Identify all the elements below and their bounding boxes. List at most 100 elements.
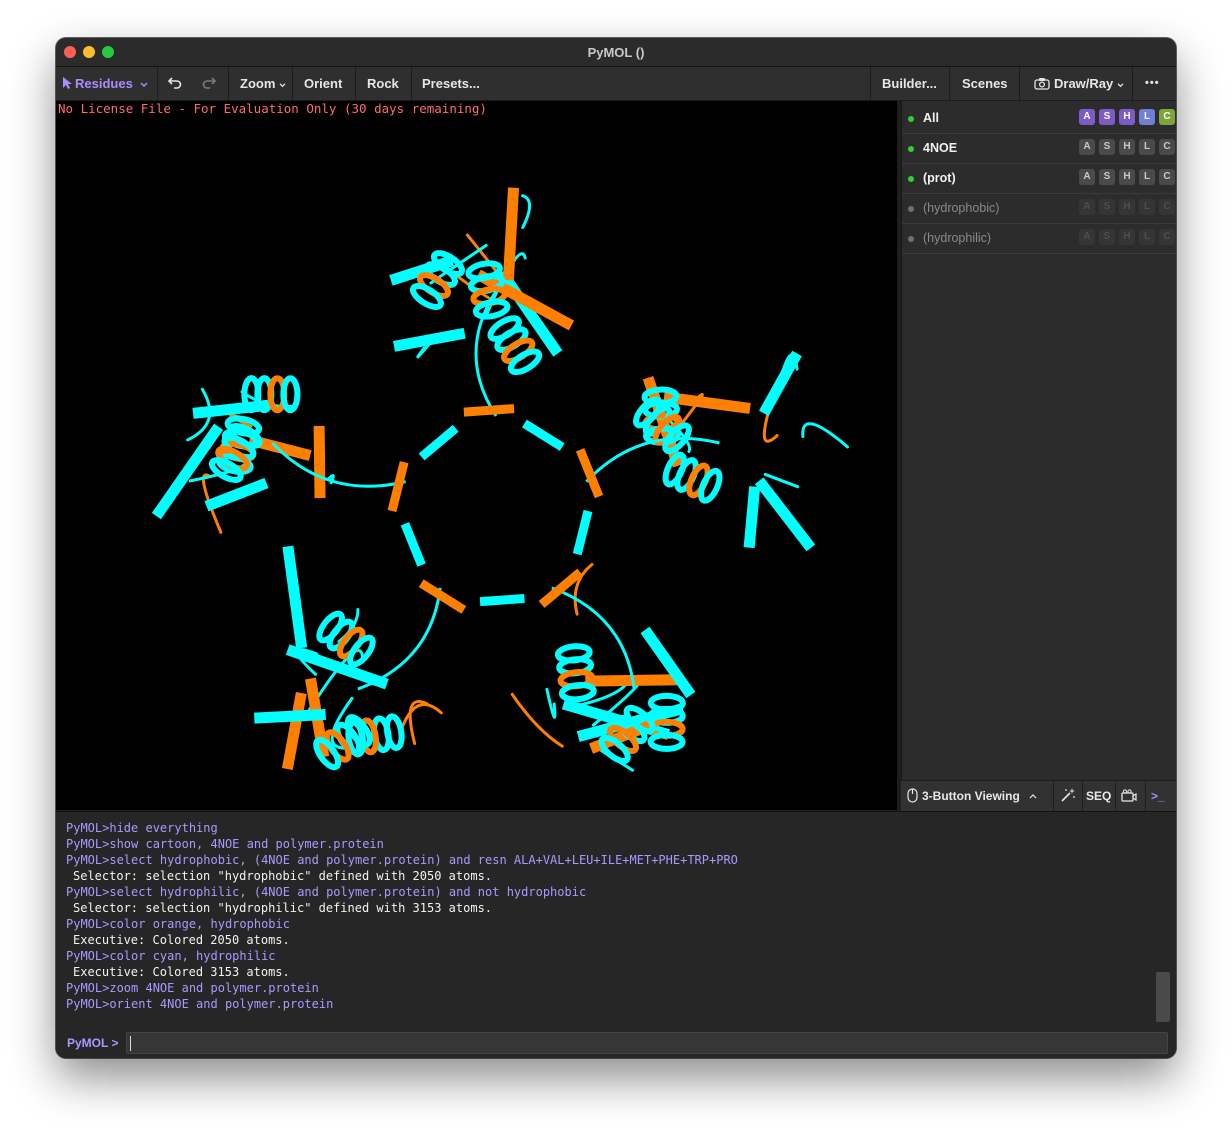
console-log: PyMOL>hide everything PyMOL>show cartoon,…	[66, 820, 1146, 1012]
object-button-s[interactable]: S	[1099, 169, 1115, 185]
toolbar: Residues Zoom Orient Rock Presets... Bui…	[56, 67, 1176, 101]
object-row[interactable]: All A S H L C	[902, 104, 1176, 134]
object-button-l[interactable]: L	[1139, 199, 1155, 215]
object-name: (prot)	[923, 171, 956, 185]
object-name: 4NOE	[923, 141, 958, 155]
chevron-down-icon	[140, 82, 148, 88]
object-row[interactable]: (hydrophilic) A S H L C	[902, 224, 1176, 254]
object-action-buttons: ASHLC	[1075, 139, 1175, 157]
object-name: (hydrophobic)	[923, 201, 1000, 215]
object-button-c[interactable]: C	[1159, 199, 1175, 215]
console-command-line: PyMOL>select hydrophilic, (4NOE and poly…	[66, 885, 587, 899]
draw-ray-label: Draw/Ray	[1054, 76, 1114, 91]
window-title: PyMOL ()	[587, 45, 645, 60]
draw-ray-button[interactable]: Draw/Ray	[1034, 67, 1124, 100]
builder-button[interactable]: Builder...	[882, 67, 937, 100]
rock-button[interactable]: Rock	[367, 67, 399, 100]
sequence-button[interactable]: SEQ	[1086, 781, 1111, 811]
molecular-viewport[interactable]: No License File - For Evaluation Only (3…	[56, 101, 897, 810]
console-output-line: Executive: Colored 3153 atoms.	[73, 965, 290, 979]
console-output-line: Selector: selection "hydrophilic" define…	[73, 901, 493, 915]
zoom-label: Zoom	[240, 76, 276, 91]
command-input-bar: PyMOL >	[56, 1028, 1176, 1058]
object-button-h[interactable]: H	[1119, 139, 1135, 155]
camera-icon	[1034, 78, 1050, 90]
command-console: PyMOL>hide everything PyMOL>show cartoon,…	[56, 811, 1176, 1058]
object-button-s[interactable]: S	[1099, 139, 1115, 155]
object-button-h[interactable]: H	[1119, 199, 1135, 215]
console-command-line: PyMOL>select hydrophobic, (4NOE and poly…	[66, 853, 738, 867]
scenes-button[interactable]: Scenes	[962, 67, 1008, 100]
object-button-s[interactable]: S	[1099, 229, 1115, 245]
undo-icon	[167, 77, 182, 89]
object-button-c[interactable]: C	[1159, 229, 1175, 245]
object-button-s[interactable]: S	[1099, 109, 1115, 125]
chevron-down-icon	[1117, 83, 1124, 88]
viewing-mode-label: 3-Button Viewing	[922, 789, 1020, 803]
mouse-mode-button[interactable]: Residues	[62, 67, 148, 100]
console-command-line: PyMOL>orient 4NOE and polymer.protein	[66, 997, 334, 1011]
command-input[interactable]	[126, 1032, 1168, 1054]
mouse-mode-label: Residues	[75, 76, 133, 91]
object-name: (hydrophilic)	[923, 231, 992, 245]
object-enabled-indicator[interactable]	[908, 176, 914, 182]
object-button-a[interactable]: A	[1079, 109, 1095, 125]
chevron-up-icon	[1029, 794, 1037, 799]
object-button-l[interactable]: L	[1139, 229, 1155, 245]
undo-button[interactable]	[167, 67, 183, 100]
object-action-buttons: ASHLC	[1075, 109, 1175, 127]
zoom-button[interactable]: Zoom	[240, 67, 286, 100]
console-command-line: PyMOL>show cartoon, 4NOE and polymer.pro…	[66, 837, 384, 851]
object-enabled-indicator[interactable]	[908, 116, 914, 122]
object-button-a[interactable]: A	[1079, 169, 1095, 185]
object-button-a[interactable]: A	[1079, 229, 1095, 245]
object-button-l[interactable]: L	[1139, 139, 1155, 155]
viewing-mode-selector[interactable]: 3-Button Viewing	[907, 781, 1037, 811]
presets-button[interactable]: Presets...	[422, 67, 480, 100]
object-action-buttons: ASHLC	[1075, 229, 1175, 247]
object-panel: All A S H L C 4NOE A S H L C (prot) A S H L C (hydrophobic…	[901, 101, 1176, 810]
orient-button[interactable]: Orient	[304, 67, 342, 100]
more-options-button[interactable]: •••	[1145, 67, 1160, 100]
object-enabled-indicator[interactable]	[908, 206, 914, 212]
movie-button[interactable]	[1121, 781, 1137, 811]
object-enabled-indicator[interactable]	[908, 146, 914, 152]
object-button-l[interactable]: L	[1139, 109, 1155, 125]
object-name: All	[923, 111, 939, 125]
console-command-line: PyMOL>color cyan, hydrophilic	[66, 949, 276, 963]
wizard-button[interactable]	[1060, 781, 1076, 811]
object-row[interactable]: 4NOE A S H L C	[902, 134, 1176, 164]
console-output-line: Selector: selection "hydrophobic" define…	[73, 869, 493, 883]
console-scrollbar[interactable]	[1156, 972, 1170, 1022]
object-button-c[interactable]: C	[1159, 169, 1175, 185]
object-button-a[interactable]: A	[1079, 199, 1095, 215]
magic-wand-icon	[1061, 788, 1075, 802]
mouse-icon	[907, 788, 918, 803]
object-row[interactable]: (prot) A S H L C	[902, 164, 1176, 194]
chevron-down-icon	[279, 83, 286, 88]
object-enabled-indicator[interactable]	[908, 236, 914, 242]
object-row[interactable]: (hydrophobic) A S H L C	[902, 194, 1176, 224]
protein-cartoon-render	[151, 187, 850, 772]
object-button-s[interactable]: S	[1099, 199, 1115, 215]
object-button-l[interactable]: L	[1139, 169, 1155, 185]
pymol-window: PyMOL () Residues Zoom Orient Rock Prese…	[56, 38, 1176, 1058]
object-action-buttons: ASHLC	[1075, 199, 1175, 217]
object-action-buttons: ASHLC	[1075, 169, 1175, 187]
console-output-line: Executive: Colored 2050 atoms.	[73, 933, 290, 947]
object-button-c[interactable]: C	[1159, 139, 1175, 155]
object-button-h[interactable]: H	[1119, 229, 1135, 245]
object-button-h[interactable]: H	[1119, 109, 1135, 125]
movie-camera-icon	[1121, 789, 1137, 802]
redo-button[interactable]	[201, 67, 217, 100]
command-prompt: PyMOL >	[67, 1036, 119, 1050]
text-caret	[130, 1036, 131, 1051]
console-command-line: PyMOL>color orange, hydrophobic	[66, 917, 290, 931]
object-button-a[interactable]: A	[1079, 139, 1095, 155]
pointer-icon	[63, 77, 72, 89]
object-button-c[interactable]: C	[1159, 109, 1175, 125]
panel-bottom-bar: 3-Button Viewing SEQ >_	[901, 780, 1176, 811]
redo-icon	[202, 77, 217, 89]
object-button-h[interactable]: H	[1119, 169, 1135, 185]
console-toggle-button[interactable]: >_	[1151, 781, 1165, 811]
